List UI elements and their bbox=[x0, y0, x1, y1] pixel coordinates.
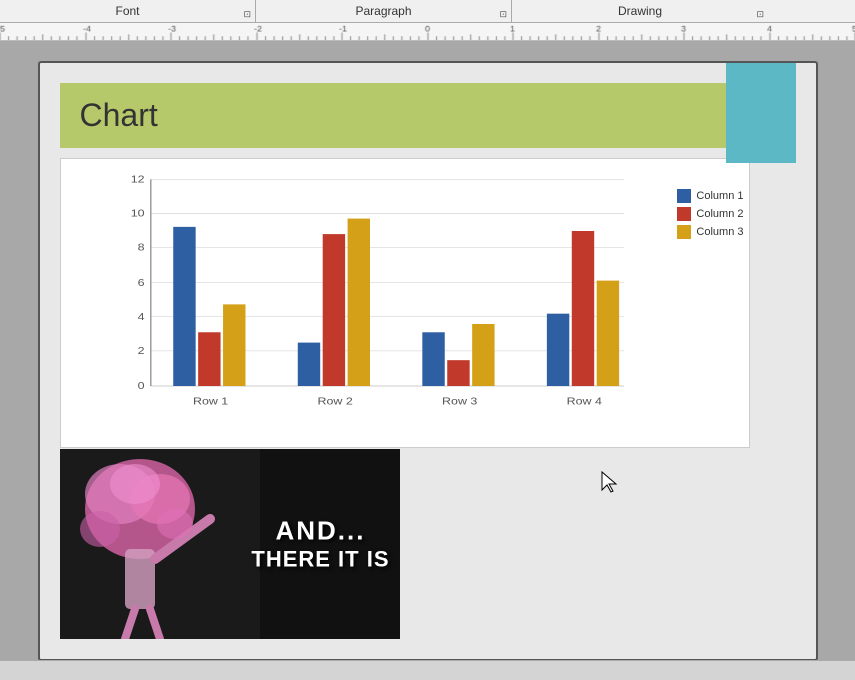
bar-r4c1 bbox=[546, 314, 568, 386]
legend-item-col1: Column 1 bbox=[677, 189, 743, 203]
toolbar-drawing-label: Drawing bbox=[558, 4, 722, 18]
bar-r2c1 bbox=[297, 343, 319, 386]
chart-title: Chart bbox=[80, 97, 158, 133]
toolbar-paragraph-section: Paragraph ⊡ bbox=[256, 0, 512, 22]
figure-svg bbox=[60, 449, 260, 639]
svg-text:8: 8 bbox=[137, 243, 144, 254]
toolbar: Font ⊡ Paragraph ⊡ Drawing ⊡ bbox=[0, 0, 855, 23]
cyan-overlay bbox=[726, 63, 796, 163]
bar-r4c3 bbox=[596, 281, 618, 386]
legend-item-col3: Column 3 bbox=[677, 225, 743, 239]
chart-inner: 12 10 8 6 4 2 0 bbox=[101, 169, 749, 417]
font-expand-icon[interactable]: ⊡ bbox=[243, 9, 251, 20]
drawing-expand-icon[interactable]: ⊡ bbox=[756, 9, 764, 20]
svg-text:Row 3: Row 3 bbox=[442, 396, 477, 407]
bar-r2c2 bbox=[322, 234, 344, 386]
image-box: AND... THERE IT IS bbox=[60, 449, 400, 639]
svg-text:Row 1: Row 1 bbox=[192, 396, 227, 407]
legend-color-col1 bbox=[677, 189, 691, 203]
chart-svg: 12 10 8 6 4 2 0 bbox=[101, 169, 649, 417]
svg-text:10: 10 bbox=[130, 208, 144, 219]
image-text-line2: THERE IT IS bbox=[251, 547, 389, 573]
bar-r4c2 bbox=[571, 231, 593, 386]
paragraph-expand-icon[interactable]: ⊡ bbox=[499, 9, 507, 20]
legend-label-col2: Column 2 bbox=[696, 208, 743, 220]
bar-r1c1 bbox=[173, 227, 195, 386]
bar-r2c3 bbox=[347, 219, 369, 386]
toolbar-font-label: Font bbox=[55, 4, 199, 18]
svg-text:2: 2 bbox=[137, 346, 144, 357]
toolbar-paragraph-label: Paragraph bbox=[295, 4, 471, 18]
svg-text:4: 4 bbox=[137, 312, 145, 323]
document: Chart bbox=[38, 61, 818, 661]
legend-item-col2: Column 2 bbox=[677, 207, 743, 221]
bar-r1c3 bbox=[223, 304, 245, 386]
image-text-line1: AND... bbox=[251, 516, 389, 547]
chart-legend: Column 1 Column 2 Column 3 bbox=[677, 189, 743, 239]
bar-r3c3 bbox=[472, 324, 494, 386]
main-area: Chart bbox=[0, 41, 855, 660]
svg-text:Row 2: Row 2 bbox=[317, 396, 352, 407]
bar-r3c2 bbox=[447, 360, 469, 386]
legend-label-col1: Column 1 bbox=[696, 190, 743, 202]
image-text-overlay: AND... THERE IT IS bbox=[251, 516, 389, 573]
svg-text:Row 4: Row 4 bbox=[566, 396, 602, 407]
svg-text:6: 6 bbox=[137, 278, 144, 289]
ruler bbox=[0, 23, 855, 41]
legend-color-col2 bbox=[677, 207, 691, 221]
ruler-canvas bbox=[0, 23, 855, 40]
svg-text:0: 0 bbox=[137, 381, 144, 392]
toolbar-font-section: Font ⊡ bbox=[0, 0, 256, 22]
chart-title-box: Chart bbox=[60, 83, 750, 148]
legend-color-col3 bbox=[677, 225, 691, 239]
toolbar-drawing-section: Drawing ⊡ bbox=[512, 0, 768, 22]
chart-container: 12 10 8 6 4 2 0 bbox=[60, 158, 750, 448]
bar-r1c2 bbox=[198, 332, 220, 386]
bottom-bar bbox=[0, 660, 855, 680]
svg-text:12: 12 bbox=[130, 174, 144, 185]
bar-r3c1 bbox=[422, 332, 444, 386]
legend-label-col3: Column 3 bbox=[696, 226, 743, 238]
